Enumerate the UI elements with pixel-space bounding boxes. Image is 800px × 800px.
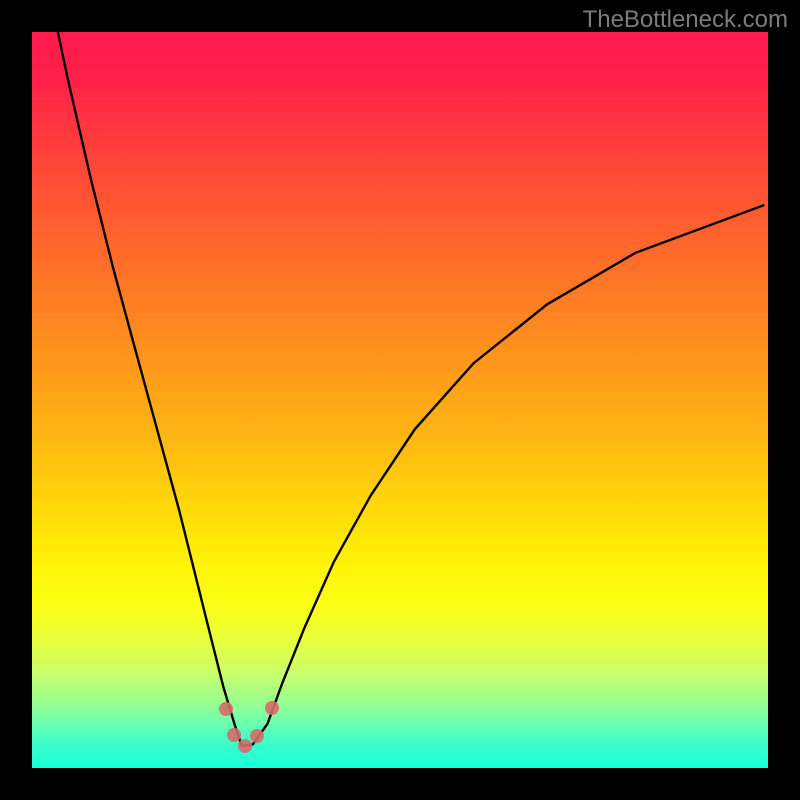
chart-frame: TheBottleneck.com bbox=[0, 0, 800, 800]
plot-area bbox=[32, 32, 768, 768]
source-credit: TheBottleneck.com bbox=[583, 6, 788, 34]
bottleneck-gradient bbox=[32, 32, 768, 768]
